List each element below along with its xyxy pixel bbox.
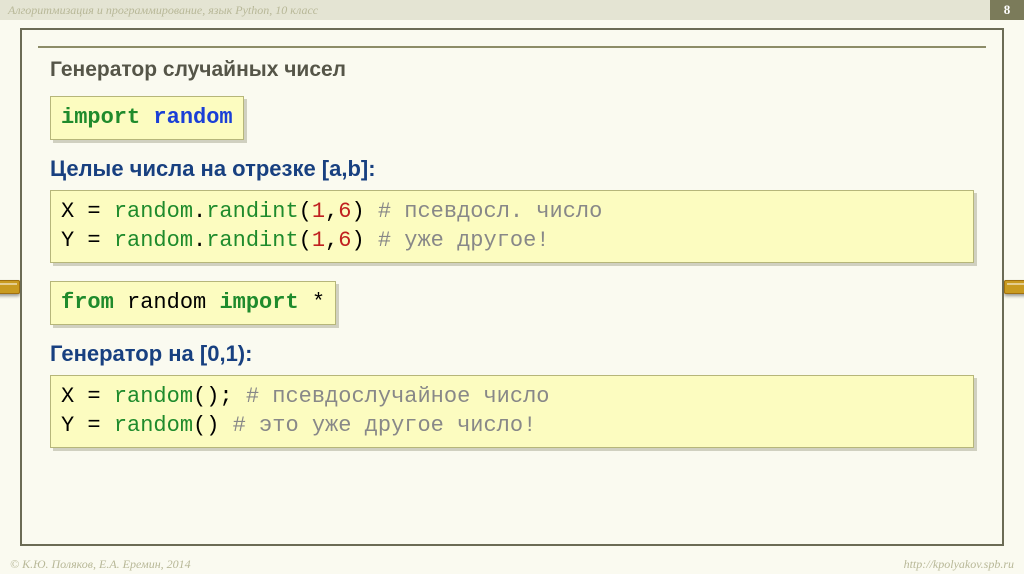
slide-title: Генератор случайных чисел [50,58,974,82]
course-title: Алгоритмизация и программирование, язык … [8,3,318,18]
keyword-import: import [219,290,298,315]
divider-line [38,46,986,48]
code-random-block: X = random(); # псевдослучайное число Y … [50,375,974,448]
copyright-text: © К.Ю. Поляков, Е.А. Еремин, 2014 [10,557,191,572]
slide-frame: Генератор случайных чисел import random … [20,28,1004,546]
comment: # это уже другое число! [233,413,537,438]
comment: # псевдослучайное число [246,384,550,409]
comment: # псевдосл. число [378,199,602,224]
slide-content: Генератор случайных чисел import random … [50,58,974,458]
code-import-random: import random [50,96,244,140]
binder-pin-right [1004,280,1024,294]
keyword-from: from [61,290,114,315]
header-bar: Алгоритмизация и программирование, язык … [0,0,1024,20]
var-x: X [61,199,74,224]
code-randint-block: X = random.randint(1,6) # псевдосл. числ… [50,190,974,263]
code-line: Y = random() # это уже другое число! [61,411,963,441]
binder-pin-left [0,280,20,294]
var-y: Y [61,413,74,438]
code-line: X = random(); # псевдослучайное число [61,382,963,412]
subtitle-generator-01: Генератор на [0,1): [50,341,974,367]
comment: # уже другое! [378,228,550,253]
var-y: Y [61,228,74,253]
page-number: 8 [990,0,1024,20]
code-line: Y = random.randint(1,6) # уже другое! [61,226,963,256]
code-line: X = random.randint(1,6) # псевдосл. числ… [61,197,963,227]
keyword-import: import [61,105,140,130]
footer-url: http://kpolyakov.spb.ru [904,557,1014,572]
module-name: random [153,105,232,130]
code-from-import: from random import * [50,281,336,325]
footer-bar: © К.Ю. Поляков, Е.А. Еремин, 2014 http:/… [0,554,1024,574]
var-x: X [61,384,74,409]
subtitle-integers: Целые числа на отрезке [a,b]: [50,156,974,182]
